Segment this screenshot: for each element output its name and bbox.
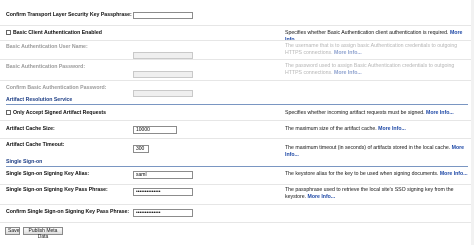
sso-confirm-field[interactable] (133, 209, 193, 217)
section-divider (6, 166, 468, 167)
cache-size-row: Artifact Cache Size: The maximum size of… (0, 123, 474, 134)
sso-pass-field[interactable] (133, 188, 193, 196)
sso-alias-desc-text: The keystore alias for the key to be use… (285, 171, 439, 177)
divider (0, 40, 474, 41)
save-button[interactable]: Save (5, 227, 20, 235)
divider (0, 80, 474, 81)
sso-alias-more-info-link[interactable]: More Info... (440, 171, 468, 177)
basic-auth-username-desc-text: The username that is to assign basic Aut… (285, 43, 458, 56)
basic-auth-confirm-row: Confirm Basic Authentication Password: (0, 83, 474, 97)
basic-auth-enabled-desc-text: Specifies whether Basic Authentication c… (285, 30, 449, 36)
only-signed-desc-text: Specifies whether incoming artifact requ… (285, 110, 425, 116)
artifact-section-title: Artifact Resolution Service (6, 97, 73, 103)
sso-alias-desc: The keystore alias for the key to be use… (285, 171, 471, 178)
basic-auth-password-desc-text: The password used to assign Basic Authen… (285, 63, 455, 76)
cache-timeout-row: Artifact Cache Timeout: The maximum time… (0, 142, 474, 158)
divider (0, 204, 474, 205)
sso-pass-more-info-link[interactable]: More Info... (308, 194, 336, 200)
cache-timeout-label: Artifact Cache Timeout: (6, 142, 65, 148)
publish-meta-data-button[interactable]: Publish Meta Data (23, 227, 63, 240)
sso-confirm-label: Confirm Single Sign-on Signing Key Pass … (6, 209, 130, 215)
divider (0, 120, 474, 121)
basic-auth-username-more-info-link[interactable]: More Info... (334, 50, 362, 56)
only-signed-row: Only Accept Signed Artifact Requests Spe… (0, 108, 474, 118)
sso-alias-row: Single Sign-on Signing Key Alias: The ke… (0, 169, 474, 179)
sso-confirm-row: Confirm Single Sign-on Signing Key Pass … (0, 207, 474, 217)
cache-size-desc-text: The maximum size of the artifact cache. (285, 126, 377, 132)
basic-auth-enabled-checkbox[interactable] (6, 30, 11, 35)
basic-auth-username-row: Basic Authentication User Name: The user… (0, 42, 474, 59)
section-divider (6, 104, 468, 105)
basic-auth-confirm-label: Confirm Basic Authentication Password: (6, 85, 107, 91)
cache-size-label: Artifact Cache Size: (6, 126, 55, 132)
basic-auth-username-label: Basic Authentication User Name: (6, 44, 88, 50)
basic-auth-username-desc: The username that is to assign basic Aut… (285, 43, 471, 56)
divider (0, 138, 474, 139)
basic-auth-password-row: Basic Authentication Password: The passw… (0, 62, 474, 78)
sso-pass-desc: The passphrase used to retrieve the loca… (285, 187, 471, 200)
tls-passphrase-label: Confirm Transport Layer Security Key Pas… (6, 12, 132, 18)
basic-auth-password-desc: The password used to assign Basic Authen… (285, 63, 471, 76)
sso-section-title: Single Sign-on (6, 159, 43, 165)
cache-timeout-desc: The maximum timeout (in seconds) of arti… (285, 145, 471, 158)
divider (0, 25, 474, 26)
sso-pass-label: Single Sign-on Signing Key Pass Phrase: (6, 187, 108, 193)
sso-pass-row: Single Sign-on Signing Key Pass Phrase: … (0, 186, 474, 200)
basic-auth-password-label: Basic Authentication Password: (6, 64, 86, 70)
tls-passphrase-row: Confirm Transport Layer Security Key Pas… (0, 10, 474, 20)
cache-size-desc: The maximum size of the artifact cache. … (285, 126, 471, 133)
divider (0, 59, 474, 60)
cache-timeout-desc-text: The maximum timeout (in seconds) of arti… (285, 145, 451, 151)
sso-alias-label: Single Sign-on Signing Key Alias: (6, 171, 90, 177)
basic-auth-enabled-row: Basic Client Authentication Enabled Spec… (0, 28, 474, 43)
only-signed-label: Only Accept Signed Artifact Requests (13, 110, 107, 116)
tls-passphrase-confirm-field[interactable] (133, 12, 193, 19)
basic-auth-password-field[interactable] (133, 71, 193, 78)
only-signed-more-info-link[interactable]: More Info... (426, 110, 454, 116)
divider (0, 222, 474, 223)
cache-size-more-info-link[interactable]: More Info... (378, 126, 406, 132)
only-signed-desc: Specifies whether incoming artifact requ… (285, 110, 471, 117)
basic-auth-password-more-info-link[interactable]: More Info... (334, 70, 362, 76)
basic-auth-confirm-field[interactable] (133, 90, 193, 97)
cache-timeout-field[interactable] (133, 145, 149, 153)
cache-size-field[interactable] (133, 126, 177, 134)
only-signed-checkbox[interactable] (6, 110, 11, 115)
sso-alias-field[interactable] (133, 171, 193, 179)
basic-auth-username-field[interactable] (133, 52, 193, 59)
divider (0, 184, 474, 185)
basic-auth-enabled-label: Basic Client Authentication Enabled (13, 30, 102, 36)
